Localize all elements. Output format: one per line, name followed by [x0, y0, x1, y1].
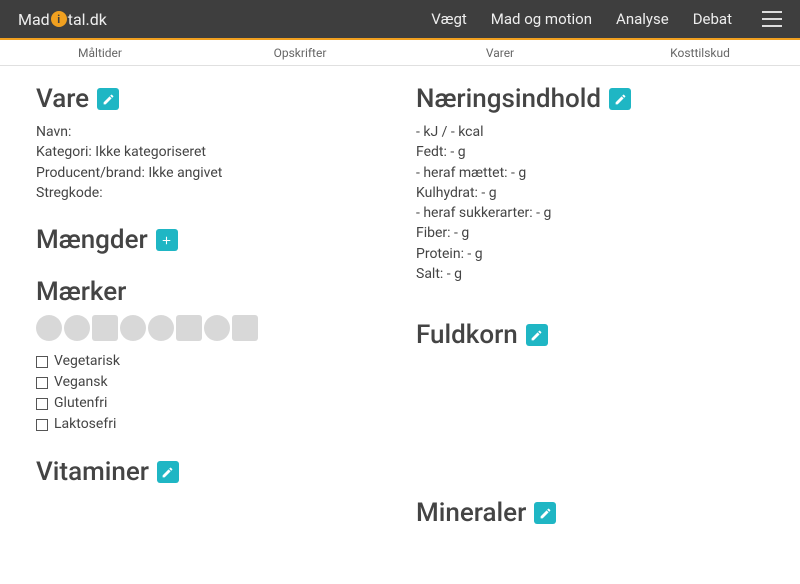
- subnav-varer[interactable]: Varer: [400, 46, 600, 60]
- subnav-kosttilskud[interactable]: Kosttilskud: [600, 46, 800, 60]
- pencil-icon: [614, 93, 627, 106]
- nav-analyse[interactable]: Analyse: [616, 10, 669, 28]
- plus-icon: [160, 234, 173, 247]
- section-maerker: Mærker Vegetarisk Vegansk Glutenfri Lakt…: [36, 277, 384, 435]
- edit-naering-button[interactable]: [609, 88, 631, 110]
- section-vitaminer: Vitaminer: [36, 457, 384, 487]
- naering-maettet: - heraf mættet: - g: [416, 163, 764, 183]
- checkbox-icon: [36, 377, 48, 389]
- field-stregkode: Stregkode:: [36, 183, 384, 203]
- badge-icon: [36, 315, 62, 341]
- sub-nav: Måltider Opskrifter Varer Kosttilskud: [0, 40, 800, 66]
- nav-vaegt[interactable]: Vægt: [431, 10, 467, 28]
- badge-icon: [120, 315, 146, 341]
- badge-icon: [92, 315, 118, 341]
- nav-debat[interactable]: Debat: [693, 10, 732, 28]
- badge-icon: [64, 315, 90, 341]
- naering-salt: Salt: - g: [416, 264, 764, 284]
- section-mineraler: Mineraler: [416, 498, 764, 528]
- badge-icon: [232, 315, 258, 341]
- naering-kulhydrat: Kulhydrat: - g: [416, 183, 764, 203]
- edit-vare-button[interactable]: [97, 88, 119, 110]
- brand-logo[interactable]: Mad i tal.dk: [18, 10, 107, 29]
- checkbox-icon: [36, 356, 48, 368]
- section-fuldkorn: Fuldkorn: [416, 320, 764, 350]
- naering-protein: Protein: - g: [416, 244, 764, 264]
- heading-mineraler: Mineraler: [416, 498, 526, 528]
- badge-icon: [176, 315, 202, 341]
- checkbox-icon: [36, 398, 48, 410]
- field-navn: Navn:: [36, 122, 384, 142]
- top-nav: Mad i tal.dk Vægt Mad og motion Analyse …: [0, 0, 800, 38]
- heading-fuldkorn: Fuldkorn: [416, 320, 518, 350]
- edit-mineraler-button[interactable]: [534, 502, 556, 524]
- naering-sukker: - heraf sukkerarter: - g: [416, 203, 764, 223]
- pencil-icon: [161, 466, 174, 479]
- naering-fiber: Fiber: - g: [416, 223, 764, 243]
- naering-energy: - kJ / - kcal: [416, 122, 764, 142]
- pencil-icon: [102, 93, 115, 106]
- edit-vitaminer-button[interactable]: [157, 461, 179, 483]
- checkbox-laktosefri[interactable]: Laktosefri: [36, 414, 384, 435]
- menu-icon[interactable]: [762, 11, 782, 27]
- field-producent: Producent/brand: Ikke angivet: [36, 163, 384, 183]
- heading-naering: Næringsindhold: [416, 84, 601, 114]
- badge-icon: [204, 315, 230, 341]
- badge-row: [36, 315, 384, 341]
- subnav-maaltider[interactable]: Måltider: [0, 46, 200, 60]
- brand-post: tal.dk: [68, 10, 107, 29]
- naering-fedt: Fedt: - g: [416, 142, 764, 162]
- nav-mad-og-motion[interactable]: Mad og motion: [491, 10, 592, 28]
- checkbox-list: Vegetarisk Vegansk Glutenfri Laktosefri: [36, 351, 384, 435]
- pencil-icon: [539, 507, 552, 520]
- edit-fuldkorn-button[interactable]: [526, 324, 548, 346]
- checkbox-vegetarisk[interactable]: Vegetarisk: [36, 351, 384, 372]
- brand-i-icon: i: [51, 11, 67, 27]
- heading-vare: Vare: [36, 84, 89, 114]
- add-maengder-button[interactable]: [156, 229, 178, 251]
- heading-maerker: Mærker: [36, 277, 126, 307]
- section-naering: Næringsindhold - kJ / - kcal Fedt: - g -…: [416, 84, 764, 284]
- checkbox-icon: [36, 419, 48, 431]
- badge-icon: [148, 315, 174, 341]
- heading-maengder: Mængder: [36, 225, 148, 255]
- field-kategori: Kategori: Ikke kategoriseret: [36, 142, 384, 162]
- subnav-opskrifter[interactable]: Opskrifter: [200, 46, 400, 60]
- heading-vitaminer: Vitaminer: [36, 457, 149, 487]
- section-vare: Vare Navn: Kategori: Ikke kategoriseret …: [36, 84, 384, 203]
- pencil-icon: [530, 329, 543, 342]
- checkbox-glutenfri[interactable]: Glutenfri: [36, 393, 384, 414]
- section-maengder: Mængder: [36, 225, 384, 255]
- checkbox-vegansk[interactable]: Vegansk: [36, 372, 384, 393]
- brand-pre: Mad: [18, 10, 50, 29]
